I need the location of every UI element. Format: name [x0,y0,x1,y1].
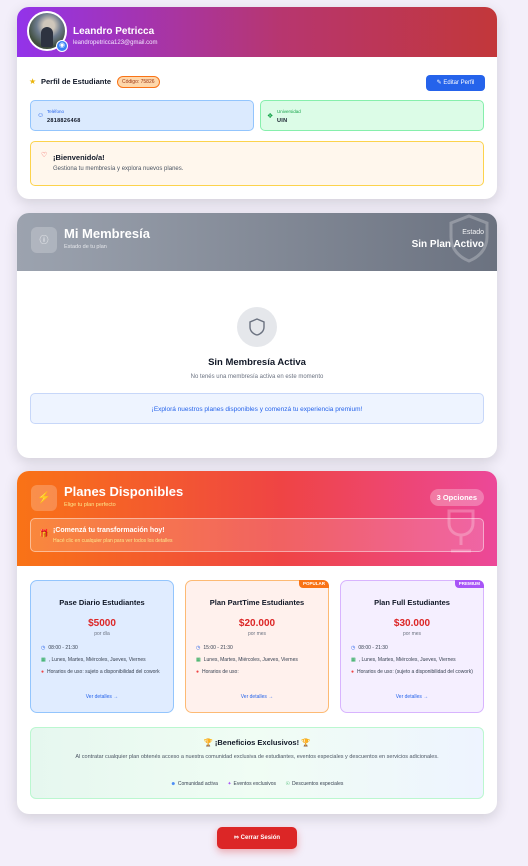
clock-icon: ◷ [41,645,46,651]
sparkle-icon: ✦ [227,781,232,787]
plan-note: ● Horarios de uso: (sujeto a disponibilid… [351,669,473,675]
plan-hours: ◷ 15:00 - 21:30 [196,645,233,651]
plan-price: $5000 [88,618,116,629]
benefits-title-row: 🏆 ¡Beneficios Exclusivos! 🏆 [31,738,483,747]
university-value: UIN [277,118,288,124]
plan-price: $30.000 [393,618,431,629]
calendar-icon: ▦ [41,657,46,663]
tag-icon: ❖ [267,113,274,120]
plan-name: Pase Diario Estudiantes [59,598,145,607]
plans-subtitle: Elige tu plan perfecto [64,502,116,508]
pin-icon: ● [41,669,45,675]
plan-note: ● Horarios de uso: [196,669,239,675]
user-name: Leandro Petricca [73,26,155,37]
welcome-title: ¡Bienvenido/a! [53,153,105,162]
pin-icon: ● [351,669,355,675]
camera-icon[interactable]: ◉ [56,40,68,52]
popular-ribbon: POPULAR [298,580,329,588]
phone-info: ☺ Teléfono 2818826468 [30,100,254,131]
membership-header: ⓘ Mi Membresía Estado de tu plan Estado … [17,213,497,271]
plan-period: por mes [247,631,267,637]
student-code-badge: Código: 75826 [117,76,160,88]
empty-state-text: No tenés una membresía activa en este mo… [190,374,324,380]
plan-price: $20.000 [238,618,276,629]
plan-days: ▦, Lunes, Martes, Miércoles, Jueves, Vie… [41,657,146,663]
plan-hours: ◷ 08:00 - 21:30 [41,645,78,651]
edit-profile-button[interactable]: ✎ Editar Perfil [426,75,485,91]
plan-period: por mes [402,631,422,637]
calendar-icon: ▦ [196,657,201,663]
plan-name: Plan PartTime Estudiantes [209,598,305,607]
plans-header: ⚡ Planes Disponibles Elige tu plan perfe… [17,471,497,566]
status-label: Estado [462,229,484,236]
plan-hours: ◷ 08:00 - 21:30 [351,645,388,651]
users-icon: ☻ [170,781,176,787]
trophy-icon: 🏆 [301,738,311,747]
phone-label: Teléfono [47,109,65,114]
logout-button[interactable]: ⇰ Cerrar Sesión [217,827,297,849]
pin-icon: ● [196,669,200,675]
info-icon: ⓘ [31,227,57,253]
plan-card-parttime[interactable]: POPULAR Plan PartTime Estudiantes $20.00… [185,580,329,713]
discounts-tag: ☉ Descuentos especiales [285,781,344,787]
benefits-text: Al contratar cualquier plan obtenés acce… [75,754,439,760]
logout-icon: ⇰ [233,835,239,841]
lightning-icon: ⚡ [31,485,57,511]
profile-card: ◉ Leandro Petricca leandropetricca123@gm… [17,7,497,199]
calendar-icon: ▦ [351,657,356,663]
plan-days: ▦, Lunes, Martes, Miércoles, Jueves, Vie… [351,657,456,663]
membership-subtitle: Estado de tu plan [64,244,107,250]
edit-profile-label: Editar Perfil [443,80,475,86]
star-icon: ★ [29,77,37,86]
trophy-icon: 🏆 [203,738,213,747]
plan-period: por día [94,631,110,637]
events-tag: ✦ Eventos exclusivos [227,781,277,787]
community-tag: ☻ Comunidad activa [170,781,218,787]
plan-details-link[interactable]: Ver detalles → [31,694,173,700]
welcome-box: ♡ ¡Bienvenido/a! Gestiona tu membresía y… [30,141,484,186]
clock-icon: ◷ [196,645,201,651]
gift-icon: 🎁 [39,529,49,538]
plan-days: ▦ Lunes, Martes, Miércoles, Jueves, Viern… [196,657,298,663]
profile-section-header: ★ Perfil de Estudiante Código: 75826 ✎ E… [29,75,485,91]
plans-card: ⚡ Planes Disponibles Elige tu plan perfe… [17,471,497,814]
shield-icon [249,318,265,336]
status-value: Sin Plan Activo [411,239,484,250]
welcome-text: Gestiona tu membresía y explora nuevos p… [53,166,184,172]
phone-value: 2818826468 [47,118,81,124]
explore-plans-banner[interactable]: ¡Explorá nuestros planes disponibles y c… [30,393,484,424]
cta-text: Hacé clic en cualquier plan para ver tod… [53,538,173,544]
university-info: ❖ Universidad UIN [260,100,484,131]
plans-count-badge: 3 Opciones [429,489,484,506]
logout-label: Cerrar Sesión [240,835,281,841]
benefits-title: ¡Beneficios Exclusivos! [214,738,300,747]
percent-icon: ☉ [285,781,290,787]
plans-title: Planes Disponibles [64,484,184,499]
benefits-box: 🏆 ¡Beneficios Exclusivos! 🏆 Al contratar… [30,727,484,799]
membership-card: ⓘ Mi Membresía Estado de tu plan Estado … [17,213,497,458]
premium-ribbon: PREMIUM [454,580,484,588]
plan-details-link[interactable]: Ver detalles → [341,694,483,700]
plan-details-link[interactable]: Ver detalles → [186,694,328,700]
membership-title: Mi Membresía [64,226,150,241]
plan-card-daily[interactable]: Pase Diario Estudiantes $5000 por día ◷ 0… [30,580,174,713]
shield-icon [449,214,489,263]
plan-note: ● Horarios de uso: sujeto a disponibilida… [41,669,160,675]
empty-state-title: Sin Membresía Activa [208,357,306,368]
user-email: leandropetricca123@gmail.com [73,40,158,46]
plan-name: Plan Full Estudiantes [374,598,450,607]
clock-icon: ◷ [351,645,356,651]
empty-state-badge [237,307,277,347]
plans-cta-banner: 🎁 ¡Comenzá tu transformación hoy! Hacé c… [30,518,484,552]
profile-header: ◉ Leandro Petricca leandropetricca123@gm… [17,7,497,57]
plan-card-full[interactable]: PREMIUM Plan Full Estudiantes $30.000 po… [340,580,484,713]
cta-title: ¡Comenzá tu transformación hoy! [53,527,165,534]
profile-section-title: Perfil de Estudiante [41,77,112,86]
heart-icon: ♡ [41,152,48,159]
user-icon: ☺ [37,112,45,119]
university-label: Universidad [277,109,301,114]
benefits-tags: ☻ Comunidad activa ✦ Eventos exclusivos ☉ D… [31,781,483,787]
